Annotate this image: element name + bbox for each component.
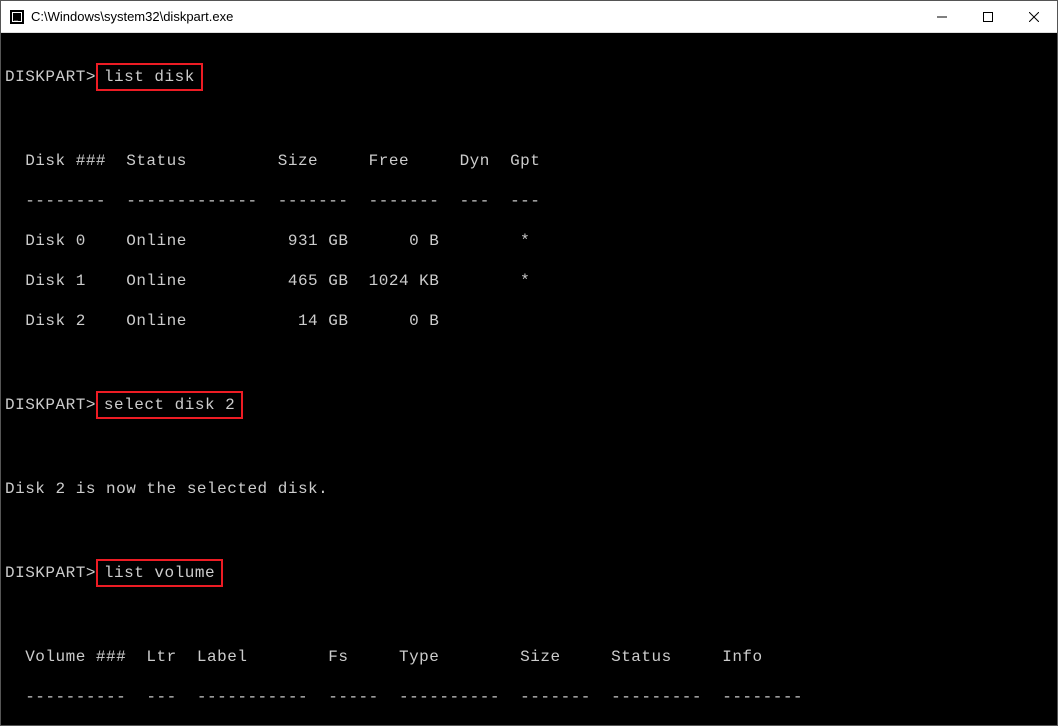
window-title: C:\Windows\system32\diskpart.exe (31, 9, 919, 24)
command-list-disk: list disk (96, 63, 203, 91)
prompt: DISKPART> (5, 67, 96, 87)
window-controls (919, 2, 1057, 32)
disk-table-row: Disk 0 Online 931 GB 0 B * (5, 231, 1053, 251)
app-icon: _ (9, 9, 25, 25)
maximize-button[interactable] (965, 2, 1011, 32)
volume-table-header: Volume ### Ltr Label Fs Type Size Status… (5, 647, 1053, 667)
app-window: _ C:\Windows\system32\diskpart.exe DISKP… (0, 0, 1058, 726)
volume-table-divider: ---------- --- ----------- ----- -------… (5, 687, 1053, 707)
minimize-button[interactable] (919, 2, 965, 32)
command-list-volume: list volume (96, 559, 223, 587)
titlebar[interactable]: _ C:\Windows\system32\diskpart.exe (1, 1, 1057, 33)
disk-table-divider: -------- ------------- ------- ------- -… (5, 191, 1053, 211)
close-button[interactable] (1011, 2, 1057, 32)
prompt: DISKPART> (5, 395, 96, 415)
disk-table-row: Disk 1 Online 465 GB 1024 KB * (5, 271, 1053, 291)
prompt: DISKPART> (5, 563, 96, 583)
disk-table-row: Disk 2 Online 14 GB 0 B (5, 311, 1053, 331)
command-select-disk: select disk 2 (96, 391, 243, 419)
terminal-output[interactable]: DISKPART> list disk Disk ### Status Size… (1, 33, 1057, 725)
disk-table-header: Disk ### Status Size Free Dyn Gpt (5, 151, 1053, 171)
response-select-disk: Disk 2 is now the selected disk. (5, 479, 1053, 499)
